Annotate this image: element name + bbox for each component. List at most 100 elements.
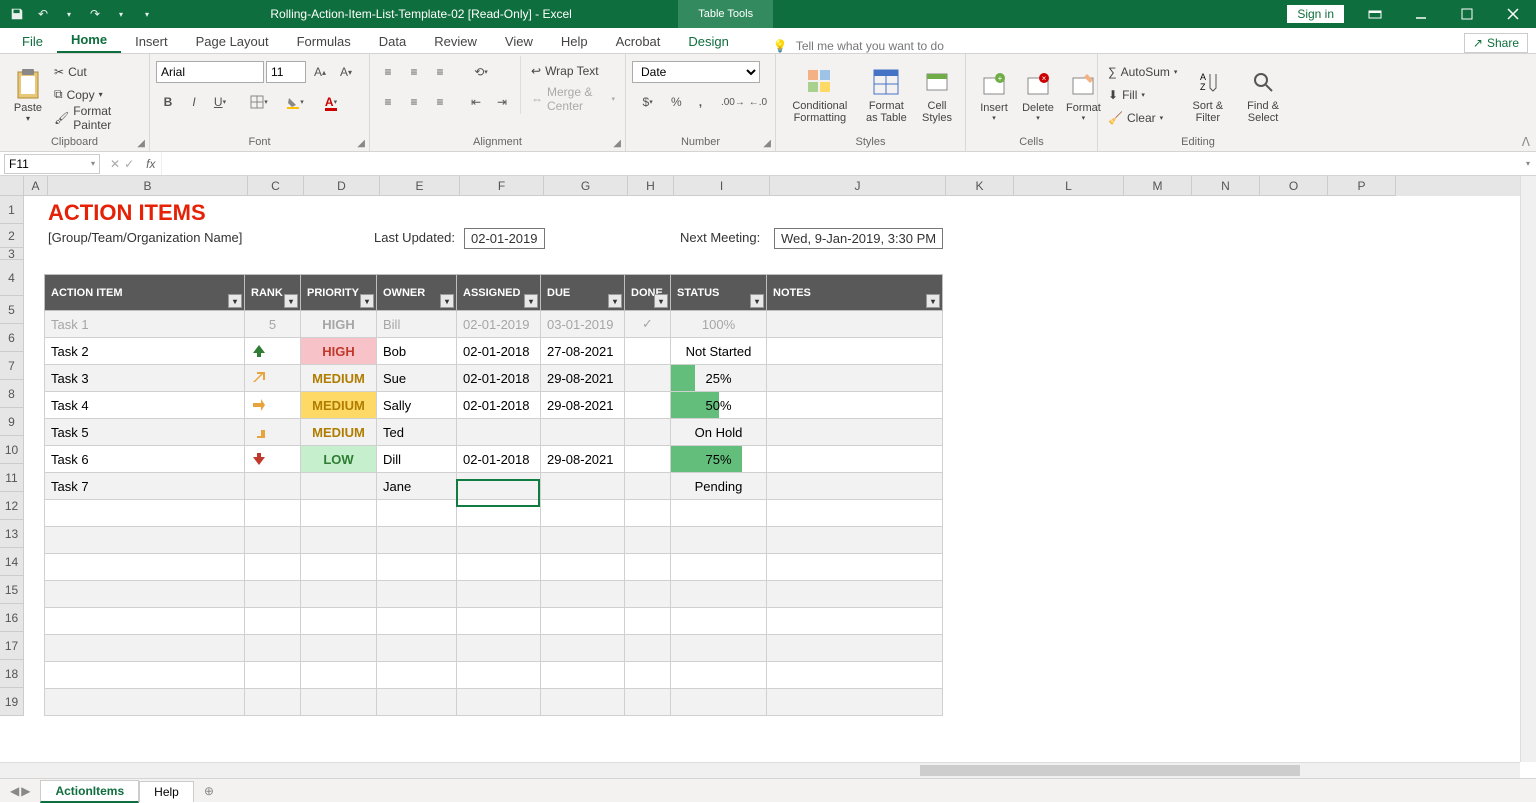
column-header[interactable]: E bbox=[380, 176, 460, 196]
table-cell[interactable] bbox=[767, 500, 943, 527]
table-header[interactable]: RANK▾ bbox=[245, 275, 301, 311]
table-header[interactable]: DUE▾ bbox=[541, 275, 625, 311]
table-cell[interactable] bbox=[45, 527, 245, 554]
increase-indent-icon[interactable]: ⇥ bbox=[490, 91, 514, 113]
column-header[interactable]: I bbox=[674, 176, 770, 196]
column-header[interactable]: N bbox=[1192, 176, 1260, 196]
table-cell[interactable]: Task 4 bbox=[45, 392, 245, 419]
row-header[interactable]: 1 bbox=[0, 196, 24, 224]
filter-dropdown-icon[interactable]: ▾ bbox=[284, 294, 298, 308]
table-cell[interactable] bbox=[767, 311, 943, 338]
tab-home[interactable]: Home bbox=[57, 28, 121, 53]
table-cell[interactable] bbox=[671, 500, 767, 527]
table-cell[interactable] bbox=[625, 527, 671, 554]
tab-formulas[interactable]: Formulas bbox=[283, 30, 365, 53]
table-cell[interactable] bbox=[541, 581, 625, 608]
table-cell[interactable] bbox=[245, 635, 301, 662]
table-cell[interactable] bbox=[625, 500, 671, 527]
table-cell[interactable]: Task 1 bbox=[45, 311, 245, 338]
number-dialog-launcher[interactable]: ◢ bbox=[763, 138, 771, 149]
align-right-icon[interactable]: ≡ bbox=[428, 91, 452, 113]
table-cell[interactable]: Dill bbox=[377, 446, 457, 473]
paste-button[interactable]: Paste ▾ bbox=[6, 56, 50, 134]
table-row[interactable]: Task 5MEDIUMTedOn Hold bbox=[45, 419, 943, 446]
table-cell[interactable] bbox=[245, 527, 301, 554]
table-cell[interactable] bbox=[767, 419, 943, 446]
table-cell[interactable] bbox=[625, 446, 671, 473]
table-cell[interactable] bbox=[301, 581, 377, 608]
tab-review[interactable]: Review bbox=[420, 30, 491, 53]
table-cell[interactable]: 29-08-2021 bbox=[541, 392, 625, 419]
table-cell[interactable] bbox=[625, 338, 671, 365]
table-cell[interactable]: 5 bbox=[245, 311, 301, 338]
column-header[interactable]: M bbox=[1124, 176, 1192, 196]
share-button[interactable]: ↗ Share bbox=[1464, 33, 1528, 53]
vertical-scrollbar[interactable] bbox=[1520, 176, 1536, 762]
copy-button[interactable]: ⧉Copy▾ bbox=[50, 84, 143, 106]
table-cell[interactable] bbox=[245, 554, 301, 581]
tell-me-search[interactable]: 💡 Tell me what you want to do bbox=[773, 39, 944, 53]
orientation-icon[interactable]: ⟲▾ bbox=[464, 61, 498, 83]
row-header[interactable]: 3 bbox=[0, 248, 24, 260]
table-header[interactable]: PRIORITY▾ bbox=[301, 275, 377, 311]
number-format-combo[interactable]: Date bbox=[632, 61, 760, 83]
table-cell[interactable] bbox=[377, 554, 457, 581]
table-row[interactable]: Task 7JanePending bbox=[45, 473, 943, 500]
table-cell[interactable] bbox=[45, 608, 245, 635]
table-cell[interactable] bbox=[767, 689, 943, 716]
sign-in-button[interactable]: Sign in bbox=[1287, 5, 1344, 23]
table-cell[interactable] bbox=[767, 635, 943, 662]
table-cell[interactable] bbox=[377, 581, 457, 608]
minimize-icon[interactable] bbox=[1398, 0, 1444, 28]
table-cell[interactable] bbox=[625, 689, 671, 716]
table-cell[interactable]: On Hold bbox=[671, 419, 767, 446]
table-cell[interactable] bbox=[245, 581, 301, 608]
table-cell[interactable] bbox=[767, 527, 943, 554]
table-row[interactable]: Task 6LOWDill02-01-201829-08-202175% bbox=[45, 446, 943, 473]
table-cell[interactable] bbox=[767, 581, 943, 608]
font-size-combo[interactable] bbox=[266, 61, 306, 83]
sheet-nav-prev-icon[interactable]: ◀ bbox=[10, 784, 19, 798]
table-row[interactable] bbox=[45, 581, 943, 608]
autosum-button[interactable]: ∑AutoSum▾ bbox=[1104, 61, 1181, 83]
table-cell[interactable] bbox=[625, 635, 671, 662]
table-cell[interactable] bbox=[625, 662, 671, 689]
table-cell[interactable] bbox=[377, 608, 457, 635]
increase-font-icon[interactable]: A▴ bbox=[308, 61, 332, 83]
tab-file[interactable]: File bbox=[8, 30, 57, 53]
table-row[interactable] bbox=[45, 527, 943, 554]
align-top-icon[interactable]: ≡ bbox=[376, 61, 400, 83]
column-header[interactable]: H bbox=[628, 176, 674, 196]
table-row[interactable] bbox=[45, 500, 943, 527]
bold-button[interactable]: B bbox=[156, 91, 180, 113]
ribbon-options-icon[interactable] bbox=[1352, 0, 1398, 28]
table-cell[interactable]: MEDIUM bbox=[301, 392, 377, 419]
table-cell[interactable] bbox=[671, 527, 767, 554]
select-all-corner[interactable] bbox=[0, 176, 24, 196]
filter-dropdown-icon[interactable]: ▾ bbox=[654, 294, 668, 308]
filter-dropdown-icon[interactable]: ▾ bbox=[750, 294, 764, 308]
table-cell[interactable] bbox=[671, 581, 767, 608]
table-cell[interactable]: MEDIUM bbox=[301, 419, 377, 446]
comma-format-icon[interactable]: , bbox=[689, 91, 711, 113]
undo-dropdown-icon[interactable]: ▾ bbox=[58, 3, 80, 25]
table-cell[interactable] bbox=[671, 662, 767, 689]
tab-view[interactable]: View bbox=[491, 30, 547, 53]
tab-design[interactable]: Design bbox=[674, 30, 742, 53]
table-cell[interactable] bbox=[45, 581, 245, 608]
table-row[interactable] bbox=[45, 554, 943, 581]
filter-dropdown-icon[interactable]: ▾ bbox=[608, 294, 622, 308]
table-cell[interactable] bbox=[671, 689, 767, 716]
table-cell[interactable] bbox=[377, 662, 457, 689]
formula-input[interactable] bbox=[161, 152, 1520, 175]
table-cell[interactable] bbox=[541, 689, 625, 716]
table-row[interactable] bbox=[45, 608, 943, 635]
decrease-indent-icon[interactable]: ⇤ bbox=[464, 91, 488, 113]
alignment-dialog-launcher[interactable]: ◢ bbox=[613, 138, 621, 149]
clipboard-dialog-launcher[interactable]: ◢ bbox=[137, 138, 145, 149]
table-cell[interactable] bbox=[245, 392, 301, 419]
tab-insert[interactable]: Insert bbox=[121, 30, 182, 53]
table-cell[interactable]: 25% bbox=[671, 365, 767, 392]
table-cell[interactable] bbox=[767, 338, 943, 365]
sort-filter-button[interactable]: AZ Sort & Filter bbox=[1181, 56, 1234, 134]
